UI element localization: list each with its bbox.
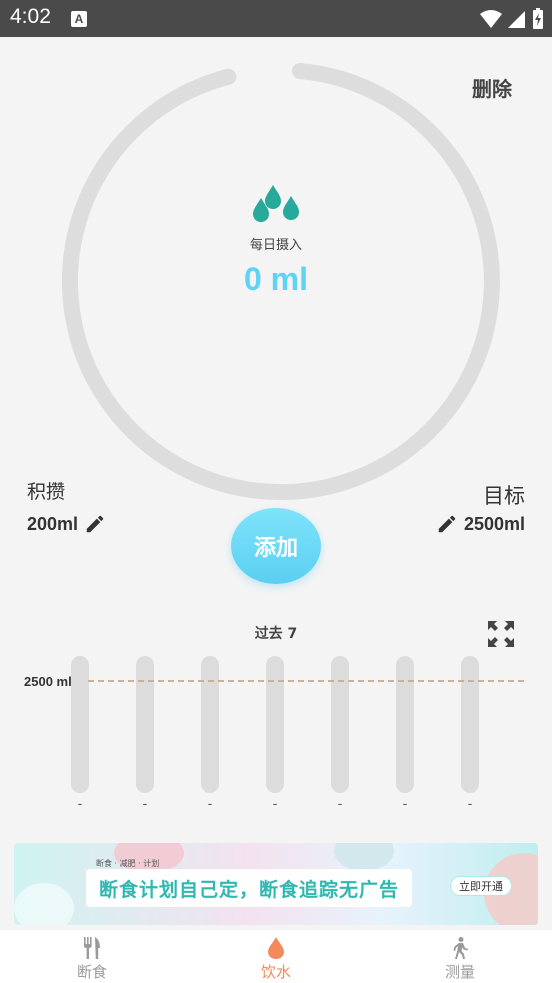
ad-open-button[interactable]: 立即开通 [450,876,512,896]
delete-button[interactable]: 删除 [472,73,512,102]
water-drop-icon [268,937,284,959]
history-bar [461,656,479,793]
status-icons [480,7,544,31]
pencil-icon [438,515,456,533]
history-bar [136,656,154,793]
history-title: 过去 7 [254,626,298,642]
ad-tagline: 断食 · 减肥 · 计划 [96,859,160,868]
fork-knife-icon [84,937,100,959]
notification-icon: A [71,11,87,27]
ad-banner[interactable]: 断食 · 减肥 · 计划 断食计划自己定，断食追踪无广告 立即开通 [14,843,538,925]
bottom-tab-bar: 断食 饮水 测量 [0,930,552,983]
target-edit-button[interactable]: 2500ml [436,513,525,535]
daily-intake-label: 每日摄入 [249,238,302,253]
status-time: 4:02 [10,5,51,28]
signal-icon [508,11,525,28]
history-bar [266,656,284,793]
target-line [88,680,524,682]
history-bar [71,656,89,793]
tab-label: 测量 [444,963,475,981]
accumulated-label: 积攒 [27,481,66,503]
walking-person-icon [453,937,468,959]
history-day-label: - [77,797,83,812]
history-day-label: - [337,797,343,812]
weekly-history-chart: 2500 ml - - - - - - - [0,649,552,819]
history-day-label: - [272,797,278,812]
history-bar [201,656,219,793]
target-label: 目标 [483,484,525,508]
history-bar [396,656,414,793]
add-water-button[interactable]: 添加 [231,508,321,584]
ad-headline: 断食计划自己定，断食追踪无广告 [86,869,412,907]
history-day-label: - [207,797,213,812]
status-bar: 4:02 A [0,0,552,37]
history-day-label: - [142,797,148,812]
pencil-icon [86,515,104,533]
history-bar [331,656,349,793]
target-value: 2500ml [463,513,525,534]
ad-decoration [334,843,394,871]
tab-label: 饮水 [260,963,291,981]
tab-fasting[interactable]: 断食 [0,930,184,983]
tab-label: 断食 [76,963,107,981]
daily-intake-value: 0 ml [243,261,309,297]
accumulated-edit-button[interactable]: 200ml [27,513,106,535]
expand-icon[interactable] [486,619,516,649]
water-drops-icon [253,185,299,222]
ad-decoration [14,883,74,925]
tab-drink-water[interactable]: 饮水 [184,930,368,983]
target-line-label: 2500 ml [24,674,72,689]
wifi-icon [480,10,502,28]
history-day-label: - [467,797,473,812]
history-day-label: - [402,797,408,812]
tab-measure[interactable]: 测量 [368,930,552,983]
water-tracker-screen: 删除 每日摄入 0 ml 积攒 200ml 目标 2500ml 添加 过去 7 [0,37,552,930]
battery-charging-icon [533,8,543,29]
accumulated-value: 200ml [27,513,79,534]
